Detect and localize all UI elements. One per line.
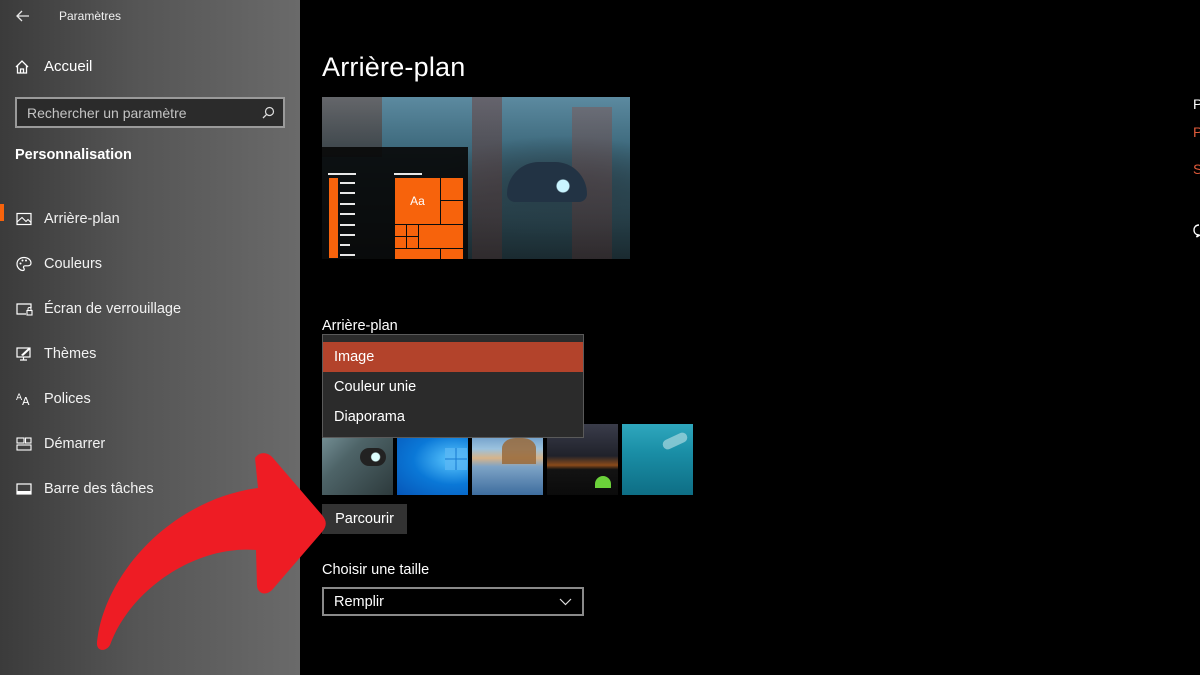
settings-sidebar: Paramètres Accueil Personnalisation Arri… — [0, 0, 300, 675]
browse-button[interactable]: Parcourir — [322, 504, 407, 534]
app-title: Paramètres — [59, 9, 122, 23]
tile — [395, 237, 406, 248]
themes-icon — [15, 345, 33, 363]
arrow-left-icon — [16, 10, 29, 22]
recent-image-thumbnail[interactable] — [622, 424, 693, 495]
tile — [441, 178, 463, 200]
sidebar-nav: Arrière-plan Couleurs Écran de verrouill… — [0, 196, 300, 511]
search-icon[interactable] — [262, 106, 275, 119]
sidebar-item-background[interactable]: Arrière-plan — [0, 196, 300, 241]
preview-building — [472, 97, 502, 259]
sidebar-item-fonts[interactable]: AA Polices — [0, 376, 300, 421]
main-content: Arrière-plan Aa Arrière-plan Image Coule… — [300, 0, 1200, 675]
image-icon — [15, 210, 33, 228]
back-button[interactable] — [14, 7, 32, 25]
menu-line — [328, 173, 356, 175]
search-input[interactable] — [27, 104, 262, 121]
fonts-icon: AA — [15, 390, 33, 408]
page-title: Arrière-plan — [322, 52, 466, 82]
sidebar-item-label: Démarrer — [44, 435, 106, 452]
sidebar-item-colors[interactable]: Couleurs — [0, 241, 300, 286]
tile — [441, 201, 463, 224]
related-link[interactable]: P — [1193, 124, 1200, 140]
menu-line — [394, 173, 422, 175]
title-bar: Paramètres — [14, 6, 121, 26]
dropdown-option-image[interactable]: Image — [323, 342, 583, 372]
app-list-line — [340, 244, 350, 246]
dropdown-option-solid-color[interactable]: Couleur unie — [323, 372, 583, 402]
tile — [441, 249, 463, 259]
desktop-preview: Aa — [322, 97, 630, 259]
related-link[interactable]: S — [1193, 161, 1200, 177]
dropdown-option-slideshow[interactable]: Diaporama — [323, 402, 583, 432]
fit-select-value: Remplir — [334, 593, 384, 610]
fit-select[interactable]: Remplir — [322, 587, 584, 616]
search-box[interactable] — [15, 97, 285, 128]
home-label: Accueil — [44, 58, 93, 75]
tile — [395, 249, 440, 259]
start-menu-preview: Aa — [322, 147, 468, 259]
lock-screen-icon — [15, 300, 33, 318]
sidebar-item-themes[interactable]: Thèmes — [0, 331, 300, 376]
app-list-line — [340, 254, 355, 256]
tile — [395, 225, 406, 236]
sidebar-item-start[interactable]: Démarrer — [0, 421, 300, 466]
tile — [407, 225, 418, 236]
section-title: Personnalisation — [15, 147, 132, 163]
chevron-down-icon — [559, 598, 572, 605]
app-list-line — [340, 192, 355, 194]
related-heading: P — [1193, 96, 1200, 112]
sidebar-item-label: Couleurs — [44, 255, 103, 272]
tile — [407, 237, 418, 248]
feedback-icon[interactable] — [1193, 224, 1200, 238]
app-list-tiles — [329, 178, 338, 258]
svg-text:A: A — [22, 395, 30, 406]
sidebar-item-lock-screen[interactable]: Écran de verrouillage — [0, 286, 300, 331]
sidebar-item-taskbar[interactable]: Barre des tâches — [0, 466, 300, 511]
sidebar-item-label: Polices — [44, 390, 91, 407]
sidebar-item-label: Thèmes — [44, 345, 97, 362]
app-list-line — [340, 182, 355, 184]
background-type-label: Arrière-plan — [322, 318, 398, 334]
tile — [419, 225, 463, 248]
sidebar-item-label: Arrière-plan — [44, 210, 120, 227]
home-icon — [15, 59, 29, 74]
sidebar-item-label: Barre des tâches — [44, 480, 154, 497]
taskbar-icon — [15, 480, 33, 498]
large-tile: Aa — [395, 178, 440, 224]
background-type-dropdown-menu: Image Couleur unie Diaporama — [322, 334, 584, 438]
palette-icon — [15, 255, 33, 273]
sidebar-item-label: Écran de verrouillage — [44, 300, 182, 317]
fit-label: Choisir une taille — [322, 562, 430, 578]
app-list-line — [340, 203, 355, 205]
app-list-line — [340, 224, 355, 226]
app-list-line — [340, 213, 355, 215]
home-link[interactable]: Accueil — [14, 58, 92, 75]
start-icon — [15, 435, 33, 453]
app-list-line — [340, 234, 355, 236]
